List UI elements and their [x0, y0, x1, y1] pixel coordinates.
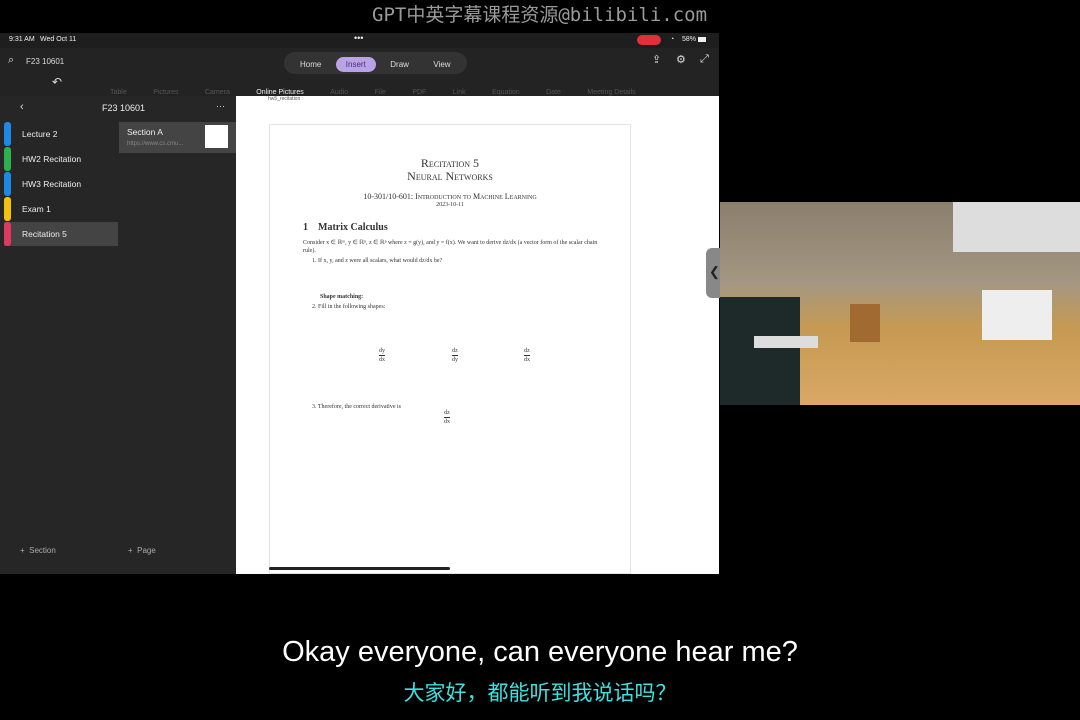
fraction-dz-dy: dz dy: [452, 348, 458, 363]
seats: [720, 297, 800, 405]
toolbar: ⌕ F23 10601 Home Insert Draw View ⇪ ⚙ ⤢ …: [0, 48, 719, 96]
section-label: Recitation 5: [22, 229, 67, 239]
battery-icon: [698, 37, 706, 42]
tab-insert[interactable]: Insert: [335, 57, 376, 72]
table: [754, 336, 818, 348]
section-label: Exam 1: [22, 204, 51, 214]
section-color: [4, 197, 11, 221]
pdf-label: hw5_recitation: [268, 96, 301, 102]
title-line-1: Recitation 5: [420, 156, 480, 170]
add-section-label: Section: [29, 546, 56, 555]
podium: [850, 304, 880, 342]
section-exam-1[interactable]: Exam 1: [4, 197, 118, 221]
collapse-handle-icon[interactable]: ❮: [706, 248, 720, 298]
add-page-button[interactable]: + Page: [128, 546, 156, 555]
multitask-dots-icon[interactable]: •••: [354, 33, 363, 43]
file-button[interactable]: File: [375, 89, 386, 96]
question-2: 2. Fill in the following shapes:: [312, 304, 386, 310]
doc-date: 2023-10-11: [436, 202, 464, 208]
camera-feed: [720, 202, 1080, 405]
tab-view[interactable]: View: [423, 57, 460, 72]
shape-matching-heading: Shape matching:: [320, 294, 364, 300]
fraction-dy-dx: dy dx: [379, 348, 385, 363]
undo-icon[interactable]: ↶: [52, 75, 62, 89]
status-bar: 9:31 AM Wed Oct 11 ••• ◔ 58%: [0, 33, 719, 48]
section-hw3-recitation[interactable]: HW3 Recitation: [4, 172, 118, 196]
section-color: [4, 172, 11, 196]
camera-button[interactable]: Camera: [205, 89, 230, 96]
watermark: GPT中英字幕课程资源@bilibili.com: [372, 4, 708, 26]
expand-icon[interactable]: ⤢: [700, 53, 709, 66]
section-hw2-recitation[interactable]: HW2 Recitation: [4, 147, 118, 171]
audio-button[interactable]: Audio: [330, 89, 348, 96]
tab-home[interactable]: Home: [290, 57, 331, 72]
horizontal-scrollbar[interactable]: [269, 567, 450, 570]
section-label: HW2 Recitation: [22, 154, 82, 164]
ipad-screen: 9:31 AM Wed Oct 11 ••• ◔ 58% ⌕ F23 10601…: [0, 33, 719, 574]
pictures-button[interactable]: Pictures: [153, 89, 178, 96]
recording-icon: [637, 35, 661, 45]
link-button[interactable]: Link: [453, 89, 466, 96]
more-icon[interactable]: ···: [216, 101, 225, 111]
search-icon[interactable]: ⌕: [8, 54, 14, 67]
table-button[interactable]: Table: [110, 89, 127, 96]
page-title: Section A: [127, 127, 163, 137]
page-url: https://www.cs.cmu...: [127, 141, 184, 147]
date: Wed Oct 11: [40, 36, 77, 43]
pdf-button[interactable]: PDF: [412, 89, 426, 96]
section-label: HW3 Recitation: [22, 179, 82, 189]
question-3: 3. Therefore, the correct derivative is: [312, 404, 402, 410]
subtitle-english: Okay everyone, can everyone hear me?: [282, 636, 798, 668]
add-page-label: Page: [137, 546, 156, 555]
share-icon[interactable]: ⇪: [652, 53, 661, 66]
page-item-section-a[interactable]: Section A https://www.cs.cmu...: [119, 122, 236, 153]
section-label: Lecture 2: [22, 129, 58, 139]
tab-draw[interactable]: Draw: [380, 57, 419, 72]
section-recitation-5[interactable]: Recitation 5: [4, 222, 118, 246]
note-canvas[interactable]: hw5_recitation Recitation 5 Neural Netwo…: [236, 96, 719, 574]
gear-icon[interactable]: ⚙: [676, 53, 686, 66]
section-color: [4, 222, 11, 246]
page-thumbnail: [205, 125, 228, 148]
notebook-name: F23 10601: [26, 57, 65, 66]
course-name: 10-301/10-601: Introduction to Machine L…: [363, 192, 537, 201]
projector-screen: [953, 202, 1080, 252]
ribbon-tabs: Home Insert Draw View: [284, 52, 467, 74]
pdf-page: Recitation 5 Neural Networks 10-301/10-6…: [269, 124, 631, 574]
fraction-answer: dz dx: [444, 410, 450, 425]
whiteboard: [982, 290, 1052, 340]
sidebar: ‹ F23 10601 ··· Lecture 2 HW2 Recitation…: [0, 96, 236, 574]
add-section-button[interactable]: + Section: [20, 546, 56, 555]
section-color: [4, 122, 11, 146]
title-line-2: Neural Networks: [407, 169, 493, 183]
section-heading: 1 Matrix Calculus: [303, 222, 388, 233]
wifi-icon: ◔: [670, 36, 675, 43]
fraction-dz-dx: dz dx: [524, 348, 530, 363]
back-icon[interactable]: ‹: [20, 101, 24, 113]
subtitle-chinese: 大家好，都能听到我说话吗？: [403, 681, 677, 705]
section-lecture-2[interactable]: Lecture 2: [4, 122, 118, 146]
online-pictures-button[interactable]: Online Pictures: [256, 89, 303, 96]
meeting-details-button[interactable]: Meeting Details: [587, 89, 635, 96]
clock: 9:31 AM: [9, 36, 35, 43]
section-color: [4, 147, 11, 171]
equation-button[interactable]: Equation: [492, 89, 520, 96]
date-button[interactable]: Date: [546, 89, 561, 96]
question-1: 1. If x, y, and z were all scalars, what…: [312, 258, 443, 264]
battery-level: 58%: [682, 36, 697, 43]
intro-text: Consider x ∈ ℝᵐ, y ∈ ℝⁿ, z ∈ ℝᵖ where z …: [303, 240, 598, 254]
sidebar-title: F23 10601: [102, 103, 146, 113]
